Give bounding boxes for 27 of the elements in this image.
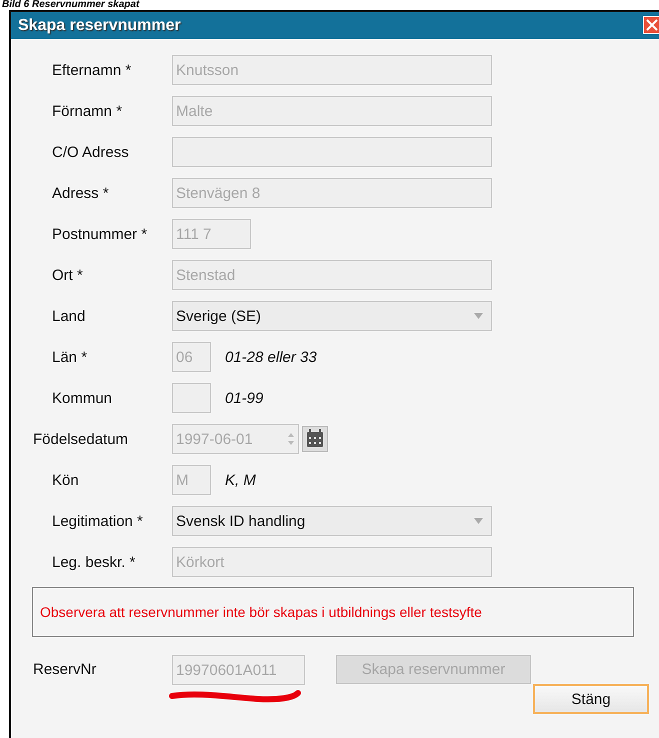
dropdown[interactable]: Svensk ID handling [172,506,492,536]
field-label: Postnummer * [51,226,148,242]
field-label: Kön [51,472,80,488]
close-button[interactable]: Stäng [533,684,649,714]
field-label: C/O Adress [51,144,130,160]
field-label: Förnamn * [51,102,124,120]
calendar-icon[interactable] [302,426,328,452]
field-label: Land [51,308,86,324]
field-label: Adress * [51,184,110,202]
field-label: Legitimation * [51,512,144,530]
field-label: Kommun [51,390,114,406]
window-title: Skapa reservnummer [17,16,181,34]
field-label: Efternamn * [51,62,132,78]
caret-icon [474,518,483,524]
caret-icon [474,313,483,319]
field-label: Län * [51,348,88,366]
close-icon[interactable] [643,16,659,34]
field-hint: K, M [225,472,256,488]
field-hint: 01-28 eller 33 [225,348,317,366]
field-label: Födelsedatum [32,430,130,448]
field-hint: 01-99 [225,390,264,406]
warning-message: Observera att reservnummer inte bör skapas i utbildnings eller testsyfte [40,604,482,620]
field-label: Ort * [51,266,84,284]
field-label: ReservNr [32,660,98,680]
dropdown[interactable]: Sverige (SE) [172,301,492,331]
field-label: Leg. beskr. * [51,554,136,570]
figure-caption: Bild 6 Reservnummer skapat [1,0,140,10]
